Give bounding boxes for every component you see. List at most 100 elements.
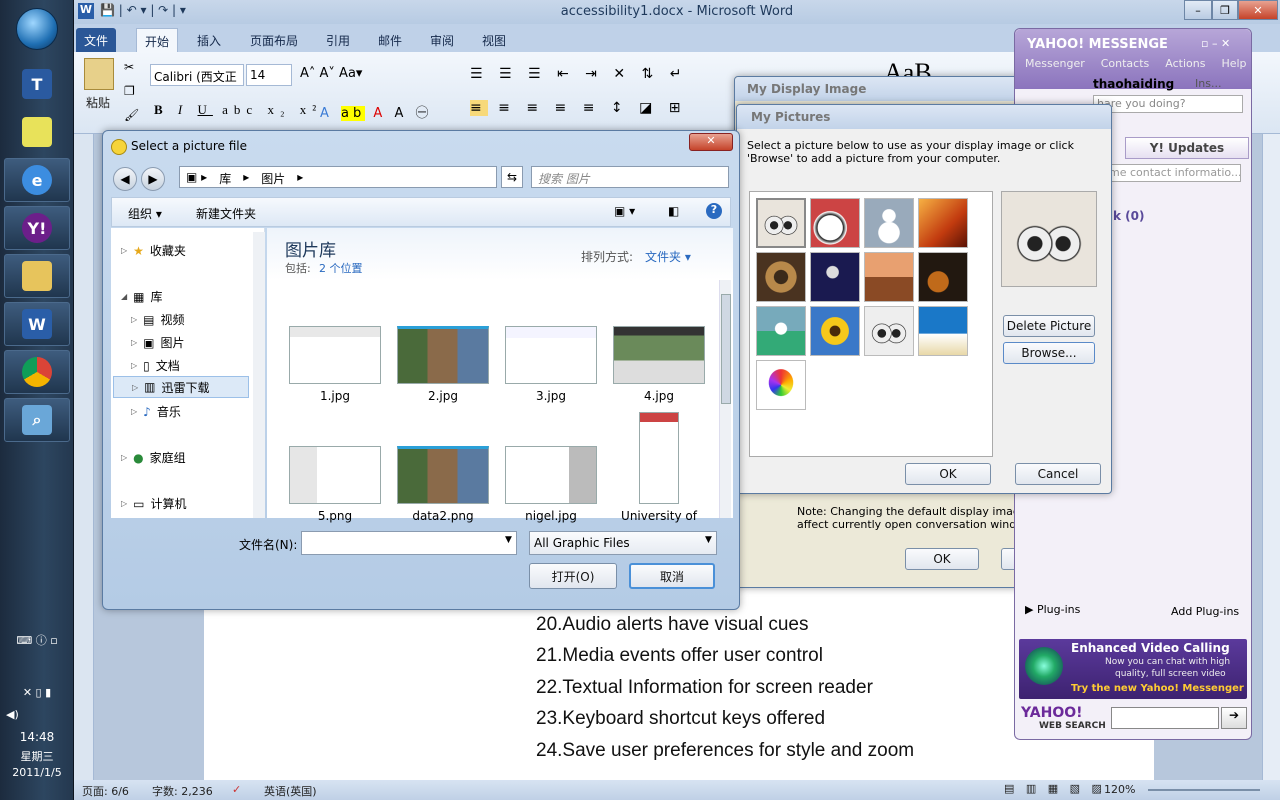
font-size-select[interactable]: 14 <box>246 64 292 86</box>
tab-references[interactable]: 引用 <box>318 28 358 52</box>
file-list-scrollbar[interactable] <box>719 280 731 518</box>
address-bar[interactable]: ▣ ▸ 库 ▸ 图片 ▸ <box>179 166 497 188</box>
scroll-thumb[interactable] <box>721 294 731 404</box>
nav-videos[interactable]: ▷ ▤ 视频 <box>131 311 185 328</box>
search-arrow-icon[interactable]: ➔ <box>1221 707 1247 729</box>
nav-computer[interactable]: ▷ ▭ 计算机 <box>121 495 187 512</box>
refresh-icon[interactable]: ⇆ <box>501 166 523 188</box>
delete-picture-button[interactable]: Delete Picture <box>1003 315 1095 337</box>
includes-locations-link[interactable]: 2 个位置 <box>319 260 363 276</box>
my-pictures-cancel-button[interactable]: Cancel <box>1015 463 1101 485</box>
menu-help[interactable]: Help <box>1221 57 1246 70</box>
nav-homegroup[interactable]: ▷ ● 家庭组 <box>121 449 186 466</box>
tab-view[interactable]: 视图 <box>474 28 514 52</box>
taskbar-explorer[interactable] <box>4 254 70 298</box>
picture-glass[interactable] <box>918 198 968 248</box>
cut-icon[interactable]: ✂ <box>124 60 134 74</box>
zoom-level[interactable]: 120% <box>1104 783 1135 796</box>
picture-moon[interactable] <box>810 252 860 302</box>
clock-time[interactable]: 14:48 <box>0 730 74 744</box>
format-painter-icon[interactable]: 🖌 <box>124 108 139 122</box>
nav-thunder-downloads[interactable]: ▷ ▥ 迅雷下载 <box>113 376 249 398</box>
picture-dog-glasses-2[interactable] <box>864 306 914 356</box>
copy-icon[interactable]: ❐ <box>124 84 135 98</box>
tab-y-updates[interactable]: Y! Updates <box>1125 137 1249 159</box>
tab-home[interactable]: 开始 <box>136 28 179 52</box>
status-message-input[interactable]: hare you doing? <box>1093 95 1243 113</box>
tray-network-icons[interactable]: ✕ ▯ ▮ <box>0 686 74 699</box>
align-icons[interactable]: ≡ ≡ ≡ ≡ ≡ ↕ ◪ ⊞ <box>470 100 687 116</box>
video-calling-ad[interactable]: Enhanced Video Calling Now you can chat … <box>1019 639 1247 699</box>
picture-golf-ball[interactable] <box>756 306 806 356</box>
preview-pane-icon[interactable]: ◧ <box>668 204 679 218</box>
breadcrumb-pictures[interactable]: 图片 <box>261 170 285 186</box>
filename-dropdown-icon[interactable]: ▼ <box>505 535 512 545</box>
dialog-close-button[interactable]: ✕ <box>689 133 733 151</box>
back-button[interactable]: ◀ <box>113 167 137 191</box>
breadcrumb-libraries[interactable]: 库 <box>219 170 231 186</box>
status-words[interactable]: 字数: 2,236 <box>152 783 213 799</box>
view-buttons[interactable]: ▤ ▥ ▦ ▧ ▨ <box>1004 782 1106 795</box>
font-format-buttons[interactable]: B I U abc x₂ x² <box>154 102 322 118</box>
volume-icon[interactable]: ◀) <box>0 708 74 721</box>
grow-font-icon[interactable]: A˄ A˅ Aa▾ <box>300 66 362 81</box>
paste-button[interactable]: 粘贴 <box>86 94 110 111</box>
file-thumb-4[interactable] <box>613 326 705 384</box>
arrange-dropdown[interactable]: 文件夹 ▾ <box>645 248 691 265</box>
taskbar-textpad[interactable]: T <box>4 62 70 106</box>
file-thumb-2[interactable] <box>397 326 489 384</box>
close-button[interactable]: ✕ <box>1238 0 1278 20</box>
nav-documents[interactable]: ▷ ▯ 文档 <box>131 357 180 374</box>
menu-messenger[interactable]: Messenger <box>1025 57 1085 70</box>
taskbar-ie[interactable]: e <box>4 158 70 202</box>
my-pictures-ok-button[interactable]: OK <box>905 463 991 485</box>
add-plugins-link[interactable]: Add Plug-ins <box>1171 605 1239 618</box>
file-thumb-7[interactable] <box>505 446 597 504</box>
status-language[interactable]: 英语(英国) <box>264 783 317 799</box>
picture-film-reel[interactable] <box>756 252 806 302</box>
view-options-icon[interactable]: ▣ ▾ <box>614 204 635 218</box>
tab-page-layout[interactable]: 页面布局 <box>242 28 306 52</box>
taskbar-chrome[interactable] <box>4 350 70 394</box>
picture-snowman[interactable] <box>864 198 914 248</box>
picture-cat-pot[interactable] <box>864 252 914 302</box>
nav-pictures[interactable]: ▷ ▣ 图片 <box>131 334 185 351</box>
tab-insert[interactable]: 插入 <box>189 28 229 52</box>
yahoo-username[interactable]: thaohaiding <box>1093 77 1174 91</box>
taskbar-word[interactable]: W <box>4 302 70 346</box>
search-input[interactable]: 搜索 图片 <box>531 166 729 188</box>
file-name-4[interactable]: 4.jpg <box>604 389 714 403</box>
yahoo-insert[interactable]: Ins... <box>1195 77 1221 90</box>
picture-dog-glasses[interactable] <box>756 198 806 248</box>
taskbar-notes[interactable] <box>4 110 70 154</box>
file-name-3[interactable]: 3.jpg <box>496 389 606 403</box>
web-search-input[interactable] <box>1111 707 1219 729</box>
contact-search-input[interactable]: me contact informatio... <box>1105 164 1241 182</box>
nav-scrollbar[interactable] <box>253 232 265 518</box>
file-thumb-5[interactable] <box>289 446 381 504</box>
text-effects-icons[interactable]: A ab A A ㊀ <box>320 102 432 121</box>
open-button[interactable]: 打开(O) <box>529 563 617 589</box>
new-folder-button[interactable]: 新建文件夹 <box>196 205 256 222</box>
paragraph-icons[interactable]: ☰ ☰ ☰ ⇤ ⇥ ✕ ⇅ ↵ <box>470 66 687 82</box>
proofing-icon[interactable]: ✓ <box>232 783 241 796</box>
clock-date[interactable]: 2011/1/5 <box>0 766 74 779</box>
help-icon[interactable]: ? <box>706 203 722 219</box>
zoom-slider[interactable] <box>1148 789 1260 791</box>
browse-button[interactable]: Browse... <box>1003 342 1095 364</box>
minimize-button[interactable]: – <box>1184 0 1212 20</box>
plugins-button[interactable]: ▶ Plug-ins <box>1025 603 1080 616</box>
nav-libraries[interactable]: ◢ ▦ 库 <box>121 288 163 305</box>
file-thumb-3[interactable] <box>505 326 597 384</box>
file-name-8[interactable]: University of <box>604 509 714 523</box>
file-thumb-6[interactable] <box>397 446 489 504</box>
font-name-select[interactable]: Calibri (西文正 <box>150 64 244 86</box>
file-name-1[interactable]: 1.jpg <box>280 389 390 403</box>
paste-icon[interactable] <box>84 58 114 90</box>
vertical-scrollbar[interactable] <box>1262 134 1280 780</box>
menu-actions[interactable]: Actions <box>1165 57 1205 70</box>
status-page[interactable]: 页面: 6/6 <box>82 783 129 799</box>
start-button[interactable] <box>16 8 58 50</box>
tab-review[interactable]: 审阅 <box>422 28 462 52</box>
yahoo-window-controls[interactable]: ▫ – ✕ <box>1201 37 1230 50</box>
